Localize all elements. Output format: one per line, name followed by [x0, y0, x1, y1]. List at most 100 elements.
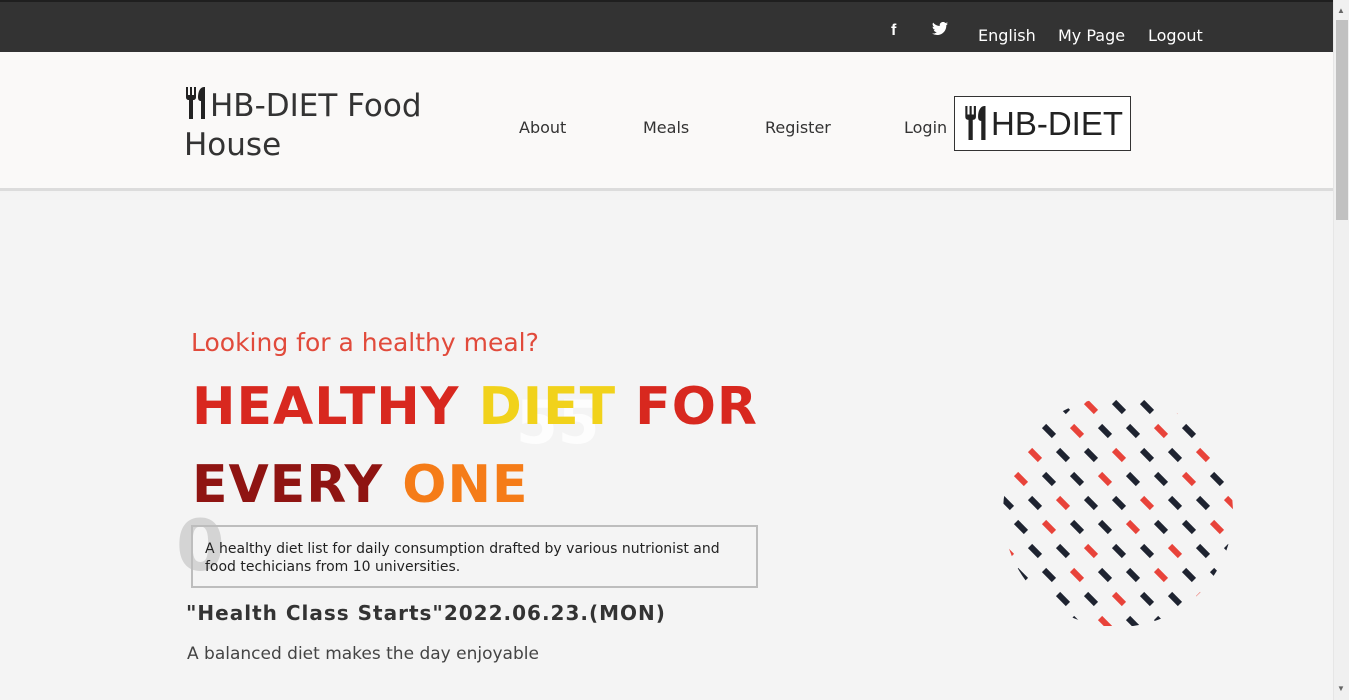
english-link[interactable]: English: [978, 26, 1036, 45]
pattern-dash: [1167, 591, 1183, 607]
logo-box[interactable]: HB-DIET: [954, 96, 1131, 151]
pattern-dash: [1083, 543, 1099, 559]
pattern-dash: [1181, 615, 1197, 626]
pattern-dash: [1223, 591, 1233, 607]
hero-description: A healthy diet list for daily consumptio…: [191, 525, 758, 588]
nav-login[interactable]: Login: [904, 118, 947, 137]
scroll-up-arrow[interactable]: ▲: [1337, 6, 1345, 15]
facebook-icon[interactable]: f: [891, 22, 896, 40]
pattern-dash: [1139, 591, 1155, 607]
pattern-dash: [1041, 567, 1057, 583]
pattern-dash: [1209, 567, 1225, 583]
pattern-dash: [1223, 447, 1233, 463]
pattern-dash: [1195, 543, 1211, 559]
nav-register[interactable]: Register: [765, 118, 831, 137]
pattern-dash: [1111, 543, 1127, 559]
cutlery-icon: [186, 87, 205, 119]
pattern-dash: [1055, 543, 1071, 559]
scrollbar-thumb[interactable]: [1336, 20, 1348, 220]
site-brand[interactable]: HB-DIET Food House: [184, 87, 444, 165]
pattern-dash: [1027, 399, 1043, 415]
pattern-dash: [1125, 423, 1141, 439]
pattern-dash: [1153, 615, 1169, 626]
pattern-dash: [1111, 399, 1127, 415]
pattern-dash: [1209, 423, 1225, 439]
pattern-dash: [1013, 519, 1029, 535]
pattern-dash: [1125, 471, 1141, 487]
pattern-dash: [1195, 591, 1211, 607]
top-bar: f English My Page Logout: [0, 0, 1333, 52]
pattern-dash: [1195, 447, 1211, 463]
pattern-dash: [1223, 399, 1233, 415]
pattern-dash: [1209, 471, 1225, 487]
hero-tagline: A balanced diet makes the day enjoyable: [187, 644, 539, 664]
pattern-dash: [1125, 519, 1141, 535]
nav-meals[interactable]: Meals: [643, 118, 689, 137]
pattern-dash: [1223, 543, 1233, 559]
pattern-dash: [1181, 471, 1197, 487]
pattern-dash: [1195, 399, 1211, 415]
pattern-dash: [1181, 423, 1197, 439]
pattern-dash: [1111, 495, 1127, 511]
pattern-dash: [1139, 495, 1155, 511]
headline-word-diet: DIET: [478, 377, 636, 437]
pattern-dash: [1055, 399, 1071, 415]
pattern-dash: [1013, 471, 1029, 487]
pattern-dash: [1097, 471, 1113, 487]
pattern-dash: [1055, 447, 1071, 463]
pattern-dash: [1003, 591, 1015, 607]
pattern-dash: [1153, 423, 1169, 439]
pattern-dash: [1167, 399, 1183, 415]
pattern-dash: [1041, 519, 1057, 535]
pattern-dash: [1125, 567, 1141, 583]
twitter-icon[interactable]: [932, 21, 948, 40]
pattern-dash: [1003, 495, 1015, 511]
pattern-dash: [1041, 615, 1057, 626]
pattern-dash: [1027, 591, 1043, 607]
logout-link[interactable]: Logout: [1148, 26, 1203, 45]
hero-eyebrow: Looking for a healthy meal?: [191, 328, 539, 357]
pattern-dash: [1125, 615, 1141, 626]
pattern-dash: [1153, 519, 1169, 535]
pattern-dash: [1083, 447, 1099, 463]
brand-text: HB-DIET Food House: [184, 88, 422, 163]
pattern-dash: [1139, 399, 1155, 415]
headline-word-healthy: HEALTHY: [192, 377, 479, 437]
pattern-dash: [1027, 447, 1043, 463]
main-header: HB-DIET Food House About Meals Register …: [0, 52, 1333, 191]
pattern-dash: [1111, 591, 1127, 607]
pattern-dash: [1195, 495, 1211, 511]
pattern-dash: [1153, 471, 1169, 487]
decorative-pattern-circle: [1003, 399, 1233, 626]
pattern-dash: [1027, 495, 1043, 511]
pattern-dash: [1027, 543, 1043, 559]
vertical-scrollbar[interactable]: ▲ ▼: [1333, 0, 1349, 700]
pattern-dash: [1139, 447, 1155, 463]
pattern-dash: [1055, 495, 1071, 511]
pattern-dash: [1041, 423, 1057, 439]
logo-text: HB-DIET: [991, 105, 1123, 142]
pattern-dash: [1069, 423, 1085, 439]
pattern-dash: [1083, 399, 1099, 415]
pattern-dash: [1167, 495, 1183, 511]
pattern-dash: [1181, 567, 1197, 583]
nav-about[interactable]: About: [519, 118, 566, 137]
pattern-dash: [1069, 519, 1085, 535]
cutlery-icon: [965, 106, 986, 140]
hero-headline-line2: EVERY ONE: [192, 455, 529, 515]
pattern-dash: [1139, 543, 1155, 559]
pattern-dash: [1069, 615, 1085, 626]
pattern-dash: [1055, 591, 1071, 607]
hero-headline-line1: HEALTHY DIET FOR: [192, 377, 758, 437]
pattern-dash: [1097, 567, 1113, 583]
pattern-dash: [1097, 615, 1113, 626]
class-announcement: "Health Class Starts"2022.06.23.(MON): [186, 601, 666, 625]
pattern-dash: [1083, 591, 1099, 607]
headline-word-one: ONE: [402, 455, 529, 515]
pattern-dash: [1167, 543, 1183, 559]
my-page-link[interactable]: My Page: [1058, 26, 1125, 45]
pattern-dash: [1003, 399, 1015, 415]
pattern-dash: [1097, 519, 1113, 535]
scroll-down-arrow[interactable]: ▼: [1337, 684, 1345, 693]
pattern-dash: [1013, 615, 1029, 626]
